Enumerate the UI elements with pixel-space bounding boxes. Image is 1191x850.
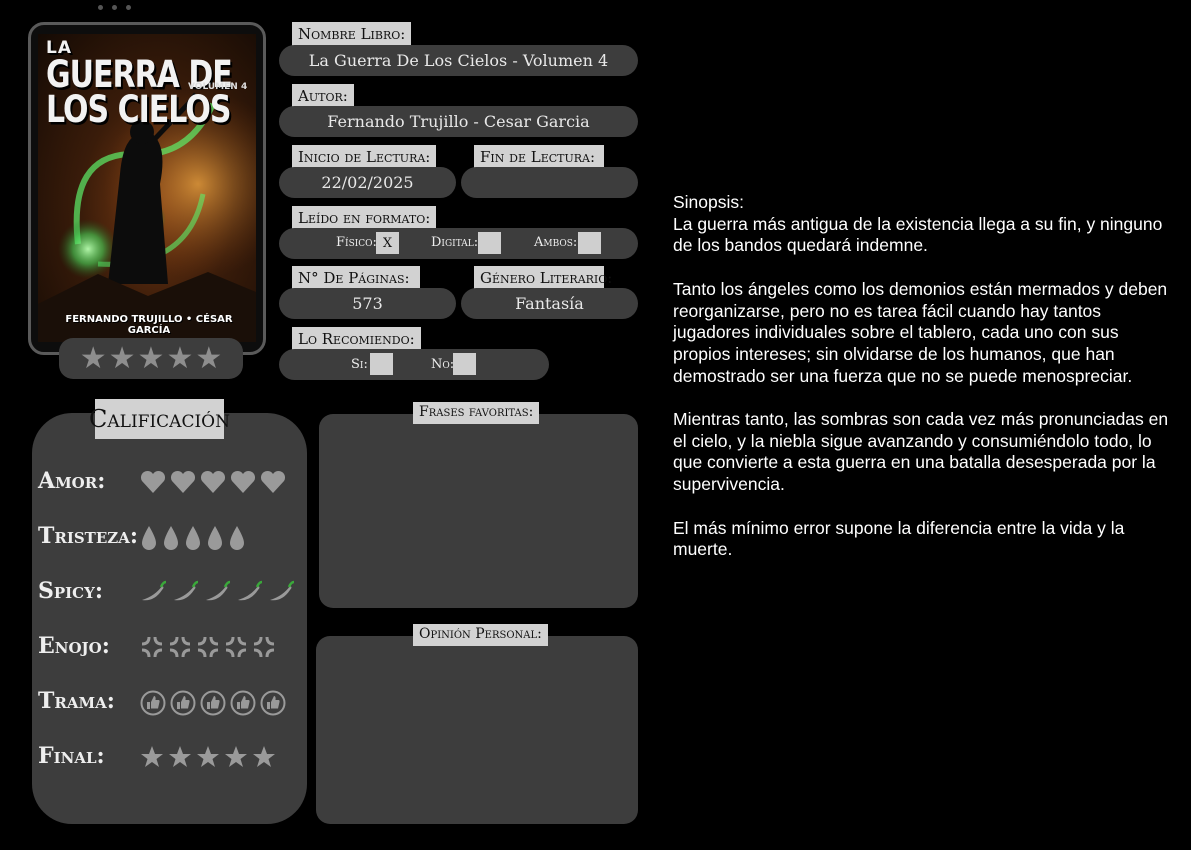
digital-label: Digital:: [431, 235, 479, 250]
thumbs-up-icon[interactable]: [170, 690, 196, 720]
genre-label: Género Literario:: [474, 266, 612, 290]
both-label: Ambos:: [534, 235, 578, 250]
star-icon: ★: [166, 340, 194, 376]
tablet-camera: [96, 5, 136, 11]
thumbs-up-icon[interactable]: [260, 690, 286, 720]
personal-opinion-area[interactable]: [316, 636, 638, 824]
yes-checkbox[interactable]: [370, 353, 393, 375]
teardrop-icon[interactable]: [162, 525, 180, 555]
heart-icon[interactable]: [200, 470, 226, 498]
end-date-label: Fin de Lectura:: [474, 145, 604, 169]
thumbs-up-icon[interactable]: [140, 690, 166, 720]
pages-label: N° De Páginas:: [292, 266, 420, 290]
heart-icon[interactable]: [260, 470, 286, 498]
chili-pepper-icon[interactable]: [172, 580, 200, 610]
rating-icons: [140, 525, 246, 555]
teardrop-icon[interactable]: [140, 525, 158, 555]
book-name-field[interactable]: La Guerra De Los Cielos - Volumen 4: [279, 45, 638, 76]
format-label: Leído en formato:: [292, 206, 437, 230]
pages-field[interactable]: 573: [279, 288, 456, 319]
recommend-label: Lo Recomiendo:: [292, 327, 421, 351]
chili-pepper-icon[interactable]: [140, 580, 168, 610]
anger-icon[interactable]: [140, 635, 164, 663]
favorite-quotes-area[interactable]: [319, 414, 638, 608]
start-date-label: Inicio de Lectura:: [292, 145, 437, 169]
book-cover: LA GUERRA DE LOS CIELOS VOLUMEN 4 FERNAN…: [38, 34, 256, 342]
genre-field[interactable]: Fantasía: [461, 288, 638, 319]
rating-icons: [140, 470, 286, 498]
yes-label: Si:: [351, 357, 368, 372]
thumbs-up-icon[interactable]: [230, 690, 256, 720]
author-label: Autor:: [292, 84, 354, 108]
thumbs-up-icon[interactable]: [200, 690, 226, 720]
synopsis-paragraph: Mientras tanto, las sombras son cada vez…: [673, 409, 1169, 495]
overall-rating-stars: ★ ★ ★ ★ ★: [59, 338, 243, 379]
rating-icons: [140, 745, 276, 773]
favorite-quotes-label: Frases favoritas:: [413, 402, 540, 424]
start-date-field[interactable]: 22/02/2025: [279, 167, 456, 198]
star-icon: ★: [79, 340, 107, 376]
anger-icon[interactable]: [168, 635, 192, 663]
anger-icon[interactable]: [224, 635, 248, 663]
star-icon[interactable]: [168, 745, 192, 773]
teardrop-icon[interactable]: [184, 525, 202, 555]
heart-icon[interactable]: [230, 470, 256, 498]
star-icon[interactable]: [140, 745, 164, 773]
digital-checkbox[interactable]: [478, 232, 501, 254]
star-icon[interactable]: [224, 745, 248, 773]
chili-pepper-icon[interactable]: [236, 580, 264, 610]
chili-pepper-icon[interactable]: [204, 580, 232, 610]
heart-icon[interactable]: [140, 470, 166, 498]
star-icon: ★: [108, 340, 136, 376]
recommend-row: Si: No:: [279, 349, 549, 380]
synopsis-paragraph: El más mínimo error supone la diferencia…: [673, 517, 1125, 560]
both-checkbox[interactable]: [578, 232, 601, 254]
synopsis-paragraph: Tanto los ángeles como los demonios está…: [673, 278, 1168, 386]
rating-label: Trama:: [38, 688, 115, 714]
rating-label: Spicy:: [38, 578, 103, 604]
format-row: Físico: X Digital: Ambos:: [279, 228, 638, 259]
personal-opinion-label: Opinión Personal:: [413, 624, 548, 646]
rating-label: Enojo:: [38, 633, 110, 659]
physical-label: Físico:: [336, 235, 377, 250]
anger-icon[interactable]: [196, 635, 220, 663]
teardrop-icon[interactable]: [228, 525, 246, 555]
cover-subtitle: VOLUMEN 4: [188, 82, 248, 92]
author-field[interactable]: Fernando Trujillo - Cesar Garcia: [279, 106, 638, 137]
star-icon[interactable]: [252, 745, 276, 773]
star-icon[interactable]: [196, 745, 220, 773]
cover-authors: FERNANDO TRUJILLO • CÉSAR GARCÍA: [65, 314, 233, 336]
rating-icons: [140, 690, 286, 720]
chili-pepper-icon[interactable]: [268, 580, 296, 610]
cover-title-line2: GUERRA DE LOS CIELOS: [46, 53, 233, 132]
rating-label: Final:: [38, 743, 105, 769]
heart-icon[interactable]: [170, 470, 196, 498]
star-icon: ★: [195, 340, 223, 376]
teardrop-icon[interactable]: [206, 525, 224, 555]
end-date-field[interactable]: [461, 167, 638, 198]
synopsis-heading: Sinopsis:: [673, 192, 745, 212]
cover-title: LA GUERRA DE LOS CIELOS: [46, 38, 251, 129]
anger-icon[interactable]: [252, 635, 276, 663]
rating-label: Amor:: [38, 468, 106, 494]
star-icon: ★: [137, 340, 165, 376]
synopsis: Sinopsis: La guerra más antigua de la ex…: [673, 192, 1178, 583]
rating-icons: [140, 635, 276, 663]
synopsis-paragraph: La guerra más antigua de la existencia l…: [673, 213, 1163, 256]
no-checkbox[interactable]: [453, 353, 476, 375]
rating-icons: [140, 580, 296, 610]
rating-label: Tristeza:: [38, 523, 138, 549]
no-label: No:: [431, 357, 455, 372]
physical-checkbox[interactable]: X: [376, 232, 399, 254]
rating-title: Calificación: [89, 399, 230, 439]
book-name-label: Nombre Libro:: [292, 22, 412, 46]
